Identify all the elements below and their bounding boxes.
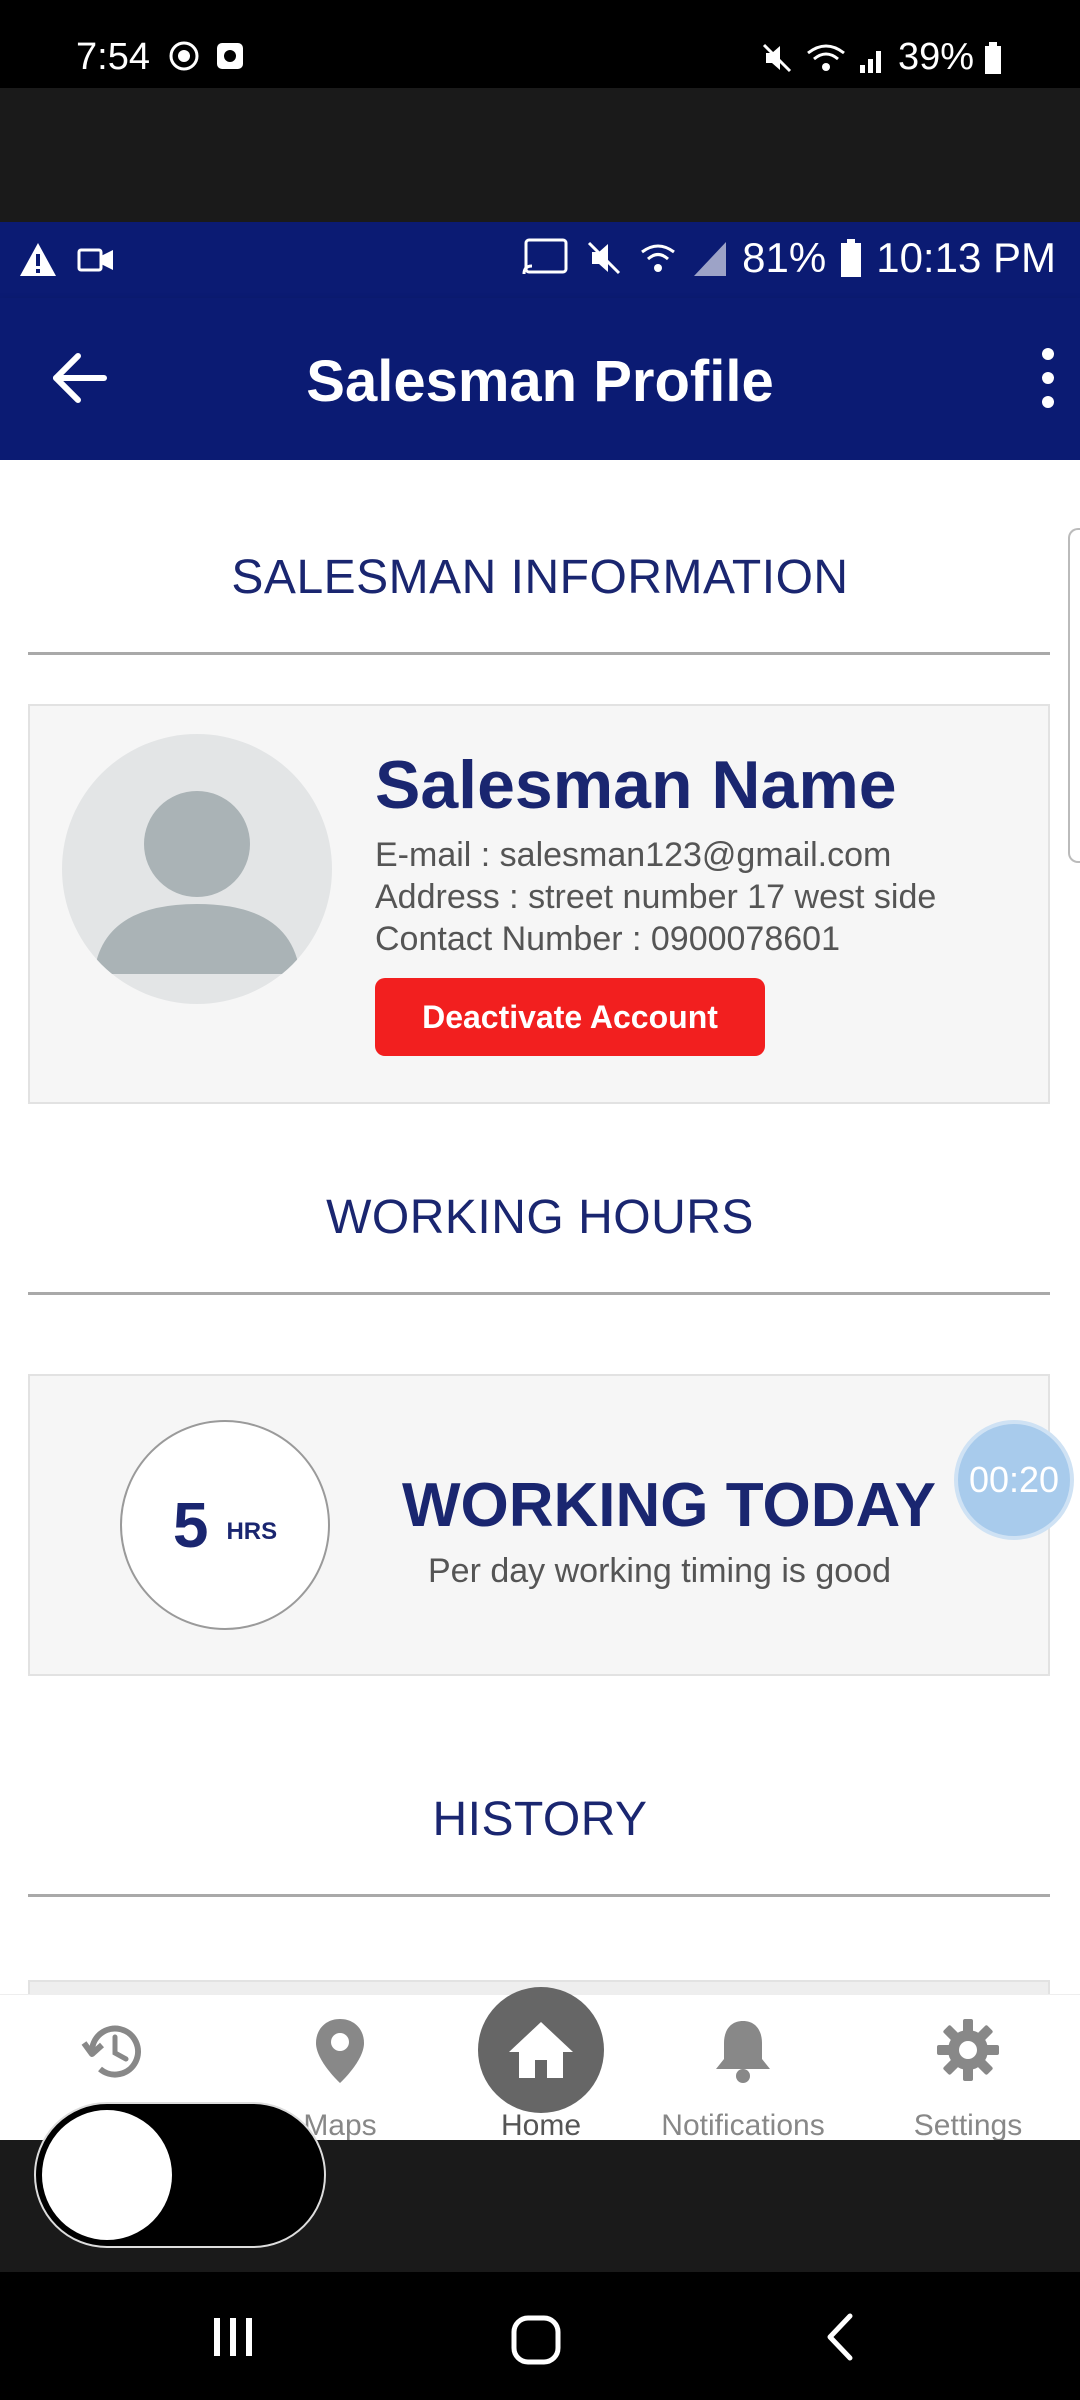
app-bar: Salesman Profile <box>0 298 1080 460</box>
recorder-thumbnail[interactable] <box>42 2110 172 2240</box>
video-camera-icon <box>77 248 113 272</box>
bell-icon <box>716 2021 770 2083</box>
salesman-info-card: Salesman Name E-mail : salesman123@gmail… <box>28 704 1050 1104</box>
cast-icon <box>522 238 568 275</box>
nav-label-home: Home <box>500 2109 582 2142</box>
warning-icon <box>20 243 56 276</box>
working-hours-heading: WORKING HOURS <box>326 1191 754 1244</box>
working-hours-card: 5 HRS WORKING TODAY Per day working timi… <box>28 1374 1050 1676</box>
hours-unit: HRS <box>226 1518 278 1545</box>
page-title: Salesman Profile <box>306 349 774 414</box>
battery-icon <box>985 41 1001 74</box>
top-dark-band <box>0 88 1080 222</box>
back-system-icon[interactable] <box>816 2312 866 2362</box>
salesman-name: Salesman Name <box>375 747 897 823</box>
salesman-info-heading: SALESMAN INFORMATION <box>231 551 849 604</box>
user-placeholder-icon <box>94 791 300 974</box>
recent-apps-icon[interactable] <box>208 2312 258 2362</box>
system-navigation-bar <box>0 2272 1080 2400</box>
battery-icon-app <box>841 239 862 277</box>
mute-icon <box>762 43 791 72</box>
home-active-bubble[interactable] <box>478 1987 604 2113</box>
working-today-subtitle: Per day working timing is good <box>428 1552 892 1590</box>
wifi-icon <box>807 44 845 71</box>
salesman-address: Address : street number 17 west side <box>375 878 937 916</box>
edge-panel-handle[interactable] <box>1068 528 1080 863</box>
nav-label-notifications: Notifications <box>661 2109 825 2142</box>
section-divider <box>28 1894 1050 1897</box>
device-time: 7:54 <box>76 36 150 78</box>
device-battery-text: 39% <box>897 36 974 78</box>
working-today-title: WORKING TODAY <box>402 1471 936 1540</box>
nav-label-settings: Settings <box>913 2109 1023 2142</box>
mute-icon-app <box>588 241 621 275</box>
history-icon <box>81 2025 141 2078</box>
section-divider <box>28 1292 1050 1295</box>
nav-item-settings[interactable]: Settings <box>900 1995 1036 2142</box>
hours-value: 5 <box>172 1489 209 1561</box>
more-options-icon[interactable] <box>1036 342 1060 414</box>
gear-icon <box>937 2019 999 2081</box>
device-status-bar: 7:54 39% <box>0 0 1080 88</box>
deactivate-account-button[interactable]: Deactivate Account <box>375 978 765 1056</box>
device-status-right: 39% <box>760 36 1002 79</box>
screenshot-icon <box>217 43 243 69</box>
hours-circle: 5 HRS <box>120 1420 330 1630</box>
nav-item-maps[interactable]: Maps <box>285 1995 395 2142</box>
app-status-bar: 81% 10:13 PM <box>0 222 1080 298</box>
signal-icon <box>859 50 881 73</box>
app-battery-text: 81% <box>742 234 827 281</box>
app-time-text: 10:13 PM <box>876 234 1056 281</box>
home-system-icon[interactable] <box>508 2312 564 2368</box>
wifi-icon-app <box>641 244 676 272</box>
salesman-email: E-mail : salesman123@gmail.com <box>375 836 892 874</box>
section-divider <box>28 652 1050 655</box>
avatar <box>62 734 332 1004</box>
recording-timer-bubble[interactable]: 00:20 <box>954 1420 1074 1540</box>
history-heading: HISTORY <box>432 1793 648 1846</box>
record-icon <box>169 41 199 71</box>
salesman-contact: Contact Number : 0900078601 <box>375 920 840 958</box>
home-icon <box>509 2022 573 2078</box>
signal-icon-app <box>694 242 727 276</box>
map-pin-icon <box>316 2019 364 2083</box>
nav-item-notifications[interactable]: Notifications <box>660 1995 826 2142</box>
profile-content[interactable]: SALESMAN INFORMATION Salesman Name E-mai… <box>0 460 1080 1994</box>
